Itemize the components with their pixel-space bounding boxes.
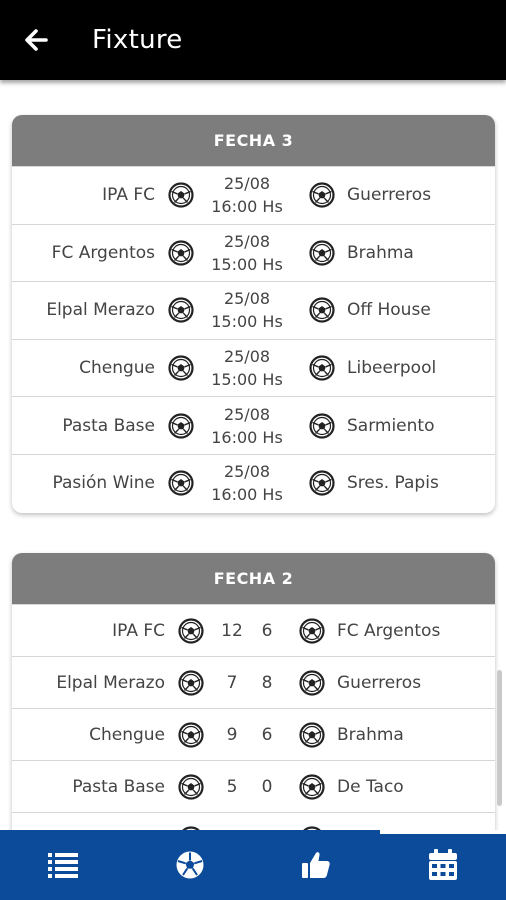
soccer-ball-icon <box>309 355 335 381</box>
match-date: 25/08 <box>223 404 271 424</box>
away-team: Guerreros <box>347 185 432 206</box>
match-row[interactable]: FC Argentos 25/08 15:00 Hs Brahma <box>12 223 495 282</box>
soccer-ball-icon <box>168 182 194 208</box>
match-row[interactable]: Pasta Base 25/08 16:00 Hs Sarmiento <box>12 396 495 454</box>
nav-matches[interactable] <box>127 830 254 900</box>
calendar-icon <box>428 849 457 880</box>
soccer-ball-icon <box>178 721 204 748</box>
soccer-ball-icon <box>299 721 325 748</box>
match-row[interactable]: IPA FC 25/08 16:00 Hs Guerreros <box>12 166 495 224</box>
match-row[interactable]: Pasta Base 5 0 De Taco <box>12 760 495 812</box>
home-score: 5 <box>226 776 238 797</box>
home-team: Pasión Wine <box>52 473 155 494</box>
away-score: 6 <box>261 724 273 745</box>
away-score: 6 <box>261 620 273 641</box>
scrollbar[interactable] <box>497 670 502 806</box>
list-icon <box>48 853 79 878</box>
round-card: FECHA 3 IPA FC 25/08 16:00 Hs Guerreros … <box>12 115 495 513</box>
soccer-ball-icon <box>299 773 325 800</box>
match-time: 16:00 Hs <box>211 197 283 217</box>
away-team: Libeerpool <box>347 358 437 379</box>
home-team: Elpal Merazo <box>56 672 165 693</box>
match-row[interactable]: Chengue 9 6 Brahma <box>12 708 495 760</box>
away-team: De Taco <box>337 776 404 797</box>
home-team: IPA FC <box>112 620 165 641</box>
match-datetime: 25/08 15:00 Hs <box>207 287 287 333</box>
match-date: 25/08 <box>223 347 271 367</box>
soccer-ball-icon <box>168 413 194 439</box>
away-team: Off House <box>347 300 431 321</box>
match-row[interactable]: Pasión Wine 25/08 16:00 Hs Sres. Papis <box>12 453 495 512</box>
home-team: Chengue <box>79 358 155 379</box>
soccer-ball-icon <box>178 669 204 696</box>
fixture-list[interactable]: FECHA 3 IPA FC 25/08 16:00 Hs Guerreros … <box>0 80 506 830</box>
away-team: Sres. Papis <box>347 473 439 494</box>
match-date: 25/08 <box>223 231 271 251</box>
home-team: Pasta Base <box>72 776 165 797</box>
home-team: Elpal Merazo <box>46 300 155 321</box>
home-score: 9 <box>226 724 238 745</box>
away-team: FC Argentos <box>337 620 441 641</box>
back-button[interactable] <box>18 22 54 58</box>
match-datetime: 25/08 16:00 Hs <box>207 403 287 449</box>
round-header: FECHA 3 <box>12 115 495 166</box>
match-row[interactable]: Elpal Merazo 7 8 Guerreros <box>12 656 495 708</box>
match-row[interactable]: Chengue 25/08 15:00 Hs Libeerpool <box>12 338 495 397</box>
thumbs-up-icon <box>302 852 331 878</box>
match-time: 15:00 Hs <box>211 254 283 274</box>
nav-fixture[interactable] <box>379 830 506 900</box>
match-row[interactable]: IPA FC 12 6 FC Argentos <box>12 604 495 656</box>
match-date: 25/08 <box>223 462 271 482</box>
soccer-ball-icon <box>309 297 335 324</box>
away-score: 0 <box>261 776 273 797</box>
page-title: Fixture <box>92 25 183 55</box>
match-datetime: 25/08 15:00 Hs <box>207 230 287 276</box>
soccer-ball-icon <box>178 617 204 644</box>
away-team: Brahma <box>347 242 414 263</box>
app-bar: Fixture <box>0 0 506 80</box>
bottom-nav <box>0 830 506 900</box>
home-score: 12 <box>221 620 243 641</box>
home-team: IPA FC <box>102 185 155 206</box>
home-team: Pasta Base <box>62 415 155 436</box>
match-row[interactable]: Elpal Merazo 25/08 15:00 Hs Off House <box>12 281 495 339</box>
match-row[interactable] <box>12 812 495 830</box>
round-card: FECHA 2 IPA FC 12 6 FC Argentos Elpal Me… <box>12 553 495 830</box>
soccer-ball-icon <box>168 297 194 324</box>
soccer-ball-icon <box>168 355 194 381</box>
nav-list[interactable] <box>0 830 127 900</box>
match-time: 16:00 Hs <box>211 427 283 447</box>
match-date: 25/08 <box>223 289 271 309</box>
home-team: FC Argentos <box>51 242 155 263</box>
away-score: 8 <box>261 672 273 693</box>
soccer-ball-icon <box>309 182 335 208</box>
home-score: 7 <box>226 672 238 693</box>
match-time: 16:00 Hs <box>211 485 283 505</box>
soccer-ball-icon <box>178 773 204 800</box>
arrow-left-icon <box>25 29 48 51</box>
match-time: 15:00 Hs <box>211 312 283 332</box>
away-team: Sarmiento <box>347 415 435 436</box>
soccer-ball-icon <box>168 470 194 496</box>
nav-likes[interactable] <box>253 830 380 900</box>
soccer-ball-icon <box>309 240 335 266</box>
match-time: 15:00 Hs <box>211 370 283 390</box>
match-datetime: 25/08 16:00 Hs <box>207 172 287 218</box>
match-date: 25/08 <box>223 174 271 194</box>
match-datetime: 25/08 15:00 Hs <box>207 345 287 391</box>
soccer-ball-icon <box>309 413 335 439</box>
soccer-ball-icon <box>299 669 325 696</box>
home-team: Chengue <box>89 724 165 745</box>
soccer-ball-icon <box>176 851 204 879</box>
soccer-ball-icon <box>168 240 194 266</box>
match-datetime: 25/08 16:00 Hs <box>207 460 287 506</box>
away-team: Guerreros <box>337 672 422 693</box>
soccer-ball-icon <box>309 470 335 496</box>
round-header: FECHA 2 <box>12 553 495 604</box>
soccer-ball-icon <box>299 617 325 644</box>
away-team: Brahma <box>337 724 404 745</box>
